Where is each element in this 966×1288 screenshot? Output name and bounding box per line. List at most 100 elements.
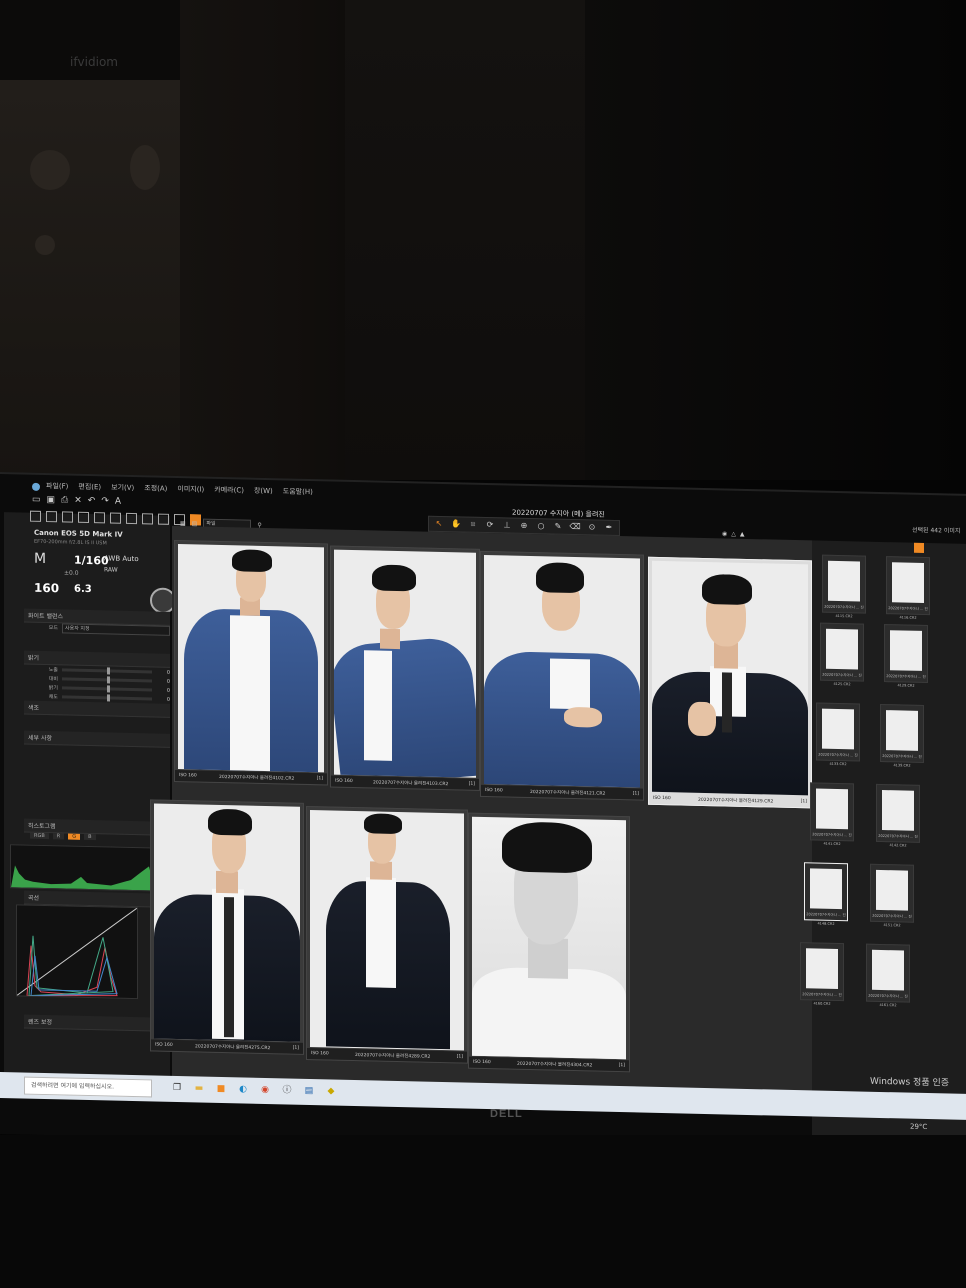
select-tool-icon[interactable]: ↖ bbox=[433, 518, 445, 530]
main-toolbar: ▭ ▣ ⎙ ✕ ↶ ↷ A bbox=[32, 495, 121, 507]
filmstrip-filename: 20220707수지아나 ... 진4148.CR2 bbox=[806, 912, 846, 926]
edge-icon[interactable]: ◐ bbox=[236, 1082, 250, 1096]
pen-tool-icon[interactable]: ✒ bbox=[603, 522, 615, 534]
histogram-display bbox=[10, 844, 156, 892]
info-icon[interactable]: ⓘ bbox=[280, 1083, 294, 1097]
thumbnail[interactable]: ISO 160 20220707수지아나 을려진4103.CR2 [1] bbox=[330, 545, 480, 791]
delete-icon[interactable]: ✕ bbox=[74, 496, 82, 506]
filmstrip-thumb[interactable]: 20220707수지아나 ... 진4133.CR2 bbox=[816, 702, 860, 767]
lens-tab-icon[interactable] bbox=[110, 512, 121, 524]
wall-left bbox=[0, 80, 180, 480]
thumbnail-selected[interactable]: ISO 160 20220707수지아나 을려진4129.CR2 [1] bbox=[648, 556, 812, 809]
hist-tab[interactable]: R bbox=[52, 833, 65, 840]
brush-tool-icon[interactable]: ✎ bbox=[552, 521, 564, 533]
filmstrip-thumb-selected[interactable]: 20220707수지아나 ... 진4148.CR2 bbox=[804, 862, 848, 926]
menu-camera[interactable]: 카메라(C) bbox=[214, 485, 244, 500]
thumbnail[interactable]: ISO 160 20220707수지아나 을려진4275.CR2 [1] bbox=[150, 799, 304, 1055]
text-icon[interactable]: A bbox=[115, 497, 121, 507]
circle-tool-icon[interactable]: ○ bbox=[535, 520, 547, 532]
filmstrip-thumb[interactable]: 20220707수지아나 ... 진4141.CR2 bbox=[810, 782, 854, 846]
zoom-tool-icon[interactable]: ⊕ bbox=[518, 520, 530, 532]
tone-curve-editor[interactable] bbox=[16, 904, 138, 1000]
row-value: 0 bbox=[166, 696, 170, 703]
thumb-version: [1] bbox=[316, 776, 323, 782]
adjust-slider[interactable] bbox=[62, 686, 152, 692]
open-icon[interactable]: ▭ bbox=[32, 495, 41, 505]
label-icon[interactable]: ▲ bbox=[740, 531, 745, 538]
thumb-iso: ISO 160 bbox=[653, 795, 671, 802]
hist-tab[interactable]: G bbox=[68, 833, 81, 840]
filmstrip-filename: 20220707수지아나 ... 진4133.CR2 bbox=[818, 752, 858, 767]
camera-tab-icon[interactable] bbox=[30, 510, 41, 522]
menu-image[interactable]: 이미지(I) bbox=[177, 484, 204, 499]
thumbnail[interactable]: ISO 160 20220707수지아나 을려진4304.CR2 [1] bbox=[468, 812, 630, 1073]
filmstrip-filename: 20220707수지아나 ... 진4125.CR2 bbox=[822, 672, 862, 687]
save-icon[interactable]: ▣ bbox=[47, 495, 56, 505]
filmstrip-thumb[interactable]: 20220707수지아나 ... 진4142.CR2 bbox=[876, 783, 920, 848]
hand-tool-icon[interactable]: ✋ bbox=[450, 518, 462, 530]
thumb-filename: 20220707수지아나 을려진4129.CR2 bbox=[698, 797, 774, 805]
detail-tab-icon[interactable] bbox=[94, 512, 105, 524]
rating-icon[interactable]: △ bbox=[731, 531, 736, 538]
crop-tool-icon[interactable]: ⌗ bbox=[467, 519, 479, 531]
wall-panel bbox=[345, 0, 585, 480]
thumbnail[interactable]: ISO 160 20220707수지아나 을려진4102.CR2 [1] bbox=[174, 539, 328, 786]
star-tab-icon[interactable] bbox=[158, 513, 169, 525]
filmstrip-thumb[interactable]: 20220707수지아나 ... 진4139.CR2 bbox=[880, 703, 924, 768]
iso-value: 160 bbox=[34, 580, 60, 596]
file-explorer-icon[interactable]: ▬ bbox=[192, 1081, 206, 1095]
redo-icon[interactable]: ↷ bbox=[101, 496, 109, 506]
menu-window[interactable]: 창(W) bbox=[254, 486, 273, 500]
grid-view-controls: ◉ △ ▲ bbox=[722, 530, 745, 538]
thumbnail[interactable]: ISO 160 20220707수지아나 을려진4121.CR2 [1] bbox=[480, 550, 644, 801]
filmstrip-thumb[interactable]: 20220707수지아나 ... 진4151.CR2 bbox=[870, 863, 914, 927]
store-icon[interactable]: ■ bbox=[214, 1082, 228, 1096]
export-tab-icon[interactable] bbox=[126, 512, 137, 525]
filmstrip-thumb[interactable]: 20220707수지아나 ... 진4129.CR2 bbox=[884, 624, 928, 688]
white-balance-value: AWB Auto bbox=[104, 554, 139, 564]
color-tab-icon[interactable] bbox=[78, 511, 89, 524]
metadata-tab-icon[interactable] bbox=[142, 513, 153, 525]
task-view-icon[interactable]: ❐ bbox=[170, 1081, 184, 1095]
adjust-tab-icon[interactable] bbox=[62, 511, 73, 523]
filmstrip-filename: 20220707수지아나 ... 진4139.CR2 bbox=[882, 754, 922, 768]
selection-mode-icon[interactable] bbox=[914, 542, 924, 553]
kakaotalk-icon[interactable]: ◆ bbox=[324, 1084, 338, 1098]
hist-tab[interactable]: B bbox=[84, 833, 96, 841]
filmstrip-thumb[interactable]: 20220707수지아나 ... 진4116.CR2 bbox=[886, 556, 930, 620]
adjust-slider[interactable] bbox=[62, 677, 152, 683]
dell-logo: DELL bbox=[490, 1108, 523, 1120]
menu-view[interactable]: 보기(V) bbox=[111, 483, 134, 498]
thumb-iso: ISO 160 bbox=[335, 778, 353, 785]
row-value: 0 bbox=[166, 687, 170, 694]
adjust-slider[interactable] bbox=[62, 695, 152, 701]
thumb-filename: 20220707수지아나 을려진4289.CR2 bbox=[355, 1052, 431, 1060]
notepad-icon[interactable]: ▤ bbox=[302, 1084, 316, 1098]
menu-file[interactable]: 파일(F) bbox=[46, 481, 68, 496]
menu-help[interactable]: 도움말(H) bbox=[283, 486, 313, 501]
white-balance-section: 화이트 밸런스 모드 사용자 지정 bbox=[24, 608, 170, 636]
filmstrip-thumb[interactable]: 20220707수지아나 ... 진4160.CR2 bbox=[800, 942, 844, 1006]
chrome-icon[interactable]: ◉ bbox=[258, 1083, 272, 1097]
row-value: 0 bbox=[166, 678, 170, 685]
undo-icon[interactable]: ↶ bbox=[88, 496, 96, 506]
menu-edit[interactable]: 편집(E) bbox=[78, 482, 101, 497]
filmstrip-thumb[interactable]: 20220707수지아나 ... 진4125.CR2 bbox=[820, 622, 864, 687]
straighten-tool-icon[interactable]: ⊥ bbox=[501, 519, 513, 531]
row-label: 대비 bbox=[48, 676, 58, 683]
taskbar-search-input[interactable]: 검색하려면 여기에 입력하십시오. bbox=[24, 1076, 152, 1098]
menu-adjust[interactable]: 조정(A) bbox=[144, 483, 167, 498]
eye-icon[interactable]: ◉ bbox=[722, 530, 727, 537]
rotate-tool-icon[interactable]: ⟳ bbox=[484, 519, 496, 531]
print-icon[interactable]: ⎙ bbox=[61, 495, 68, 505]
stamp-tool-icon[interactable]: ⊙ bbox=[586, 521, 598, 533]
adjust-slider[interactable] bbox=[62, 668, 152, 674]
thumbnail[interactable]: ISO 160 20220707수지아나 을려진4289.CR2 [1] bbox=[306, 805, 468, 1064]
wall-decoration bbox=[30, 150, 70, 190]
eraser-tool-icon[interactable]: ⌫ bbox=[569, 521, 581, 533]
filmstrip-thumb[interactable]: 20220707수지아나 ... 진4115.CR2 bbox=[822, 554, 866, 619]
filmstrip-filename: 20220707수지아나 ... 진4115.CR2 bbox=[824, 604, 864, 619]
hist-tab[interactable]: RGB bbox=[30, 832, 49, 840]
library-tab-icon[interactable] bbox=[46, 511, 57, 523]
filmstrip-thumb[interactable]: 20220707수지아나 ... 진4161.CR2 bbox=[866, 943, 910, 1007]
